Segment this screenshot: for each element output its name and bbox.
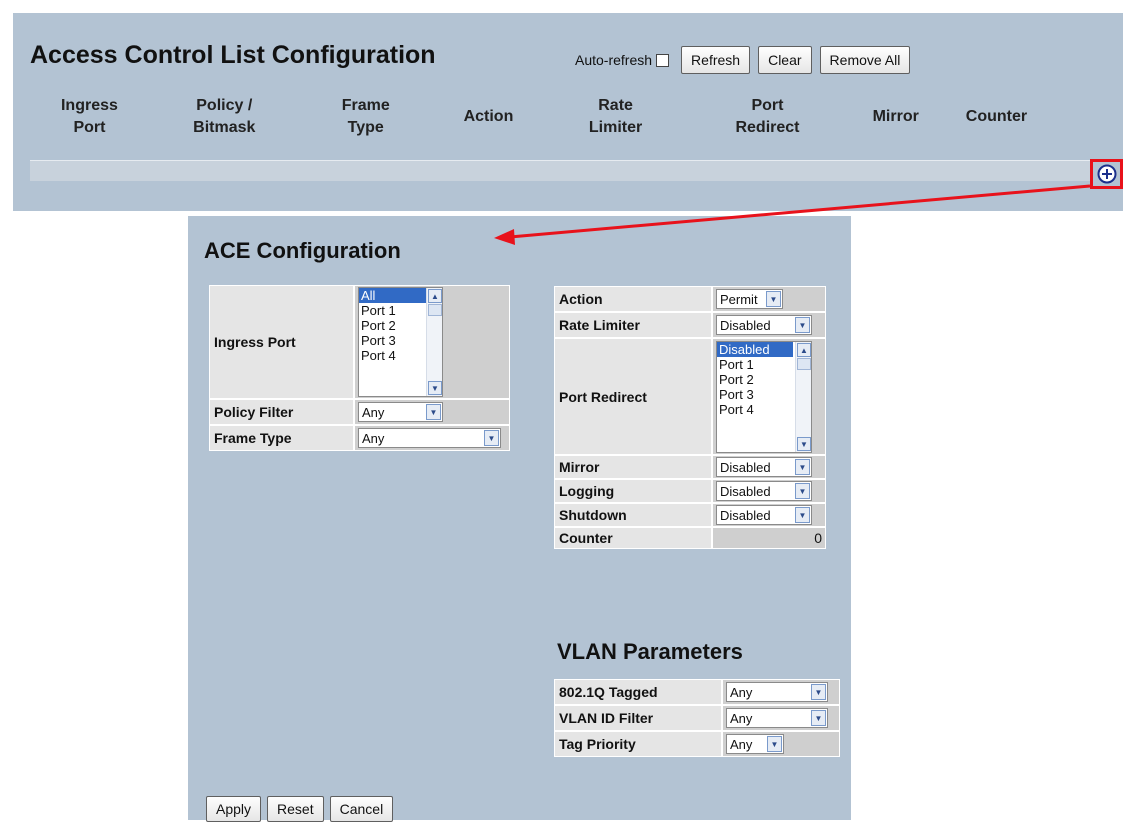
mirror-label: Mirror <box>554 455 712 479</box>
ingress-port-listbox[interactable]: All Port 1 Port 2 Port 3 Port 4 ▲ ▼ <box>358 287 443 397</box>
acl-toolbar: Auto-refresh Refresh Clear Remove All <box>575 46 918 74</box>
scrollbar[interactable]: ▲ ▼ <box>426 288 442 396</box>
counter-label: Counter <box>554 527 712 549</box>
scroll-down-icon[interactable]: ▼ <box>797 437 811 451</box>
ingress-port-label: Ingress Port <box>209 285 354 399</box>
ace-footer-buttons: Apply Reset Cancel <box>206 796 399 822</box>
scroll-thumb[interactable] <box>797 358 811 370</box>
vlan-table: 802.1Q Tagged Any ▼ VLAN ID Filter Any ▼… <box>554 679 840 757</box>
frame-type-select[interactable]: Any ▼ <box>358 428 501 448</box>
col-header-action: Action <box>431 91 546 143</box>
policy-filter-select[interactable]: Any ▼ <box>358 402 443 422</box>
reset-button[interactable]: Reset <box>267 796 324 822</box>
auto-refresh-checkbox[interactable] <box>656 53 670 67</box>
action-label: Action <box>554 286 712 312</box>
list-item[interactable]: Disabled <box>717 342 793 357</box>
col-header-port-redirect: Port Redirect <box>686 91 849 143</box>
tagged-label: 802.1Q Tagged <box>554 679 722 705</box>
rate-limiter-select[interactable]: Disabled ▼ <box>716 315 812 335</box>
col-header-mirror: Mirror <box>848 91 943 143</box>
chevron-down-icon: ▼ <box>795 459 810 475</box>
col-header-policy-bitmask: Policy / Bitmask <box>148 91 300 143</box>
chevron-down-icon: ▼ <box>795 507 810 523</box>
chevron-down-icon: ▼ <box>811 710 826 726</box>
shutdown-select[interactable]: Disabled ▼ <box>716 505 812 525</box>
frame-type-label: Frame Type <box>209 425 354 451</box>
chevron-down-icon: ▼ <box>426 404 441 420</box>
scroll-up-icon[interactable]: ▲ <box>428 289 442 303</box>
ace-left-table: Ingress Port All Port 1 Port 2 Port 3 Po… <box>209 285 510 451</box>
col-header-frame-type: Frame Type <box>299 91 432 143</box>
counter-value: 0 <box>712 527 826 549</box>
col-header-counter: Counter <box>942 91 1051 143</box>
col-header-blank <box>1050 91 1122 143</box>
acl-table: Ingress Port Policy / Bitmask Frame Type Ac… <box>30 91 1122 143</box>
chevron-down-icon: ▼ <box>811 684 826 700</box>
plus-circle-icon <box>1097 164 1116 184</box>
rate-limiter-label: Rate Limiter <box>554 312 712 338</box>
acl-empty-row <box>30 160 1106 181</box>
tagged-select[interactable]: Any ▼ <box>726 682 828 702</box>
mirror-select[interactable]: Disabled ▼ <box>716 457 812 477</box>
clear-button[interactable]: Clear <box>758 46 812 74</box>
acl-panel: Access Control List Configuration Auto-r… <box>13 13 1123 211</box>
action-select[interactable]: Permit ▼ <box>716 289 783 309</box>
auto-refresh-label: Auto-refresh <box>575 52 653 68</box>
ace-right-table: Action Permit ▼ Rate Limiter Disabled ▼ … <box>554 286 826 549</box>
acl-page-title: Access Control List Configuration <box>30 41 436 69</box>
apply-button[interactable]: Apply <box>206 796 262 822</box>
cancel-button[interactable]: Cancel <box>329 796 394 822</box>
scroll-thumb[interactable] <box>428 304 442 316</box>
logging-label: Logging <box>554 479 712 503</box>
ace-panel: ACE Configuration Ingress Port All Port … <box>188 216 851 822</box>
port-redirect-listbox[interactable]: Disabled Port 1 Port 2 Port 3 Port 4 ▲ ▼ <box>716 341 812 453</box>
vlan-id-filter-label: VLAN ID Filter <box>554 705 722 731</box>
col-header-rate-limiter: Rate Limiter <box>545 91 687 143</box>
tag-priority-label: Tag Priority <box>554 731 722 757</box>
chevron-down-icon: ▼ <box>766 291 781 307</box>
col-header-ingress-port: Ingress Port <box>30 91 149 143</box>
logging-select[interactable]: Disabled ▼ <box>716 481 812 501</box>
shutdown-label: Shutdown <box>554 503 712 527</box>
acl-header-row: Ingress Port Policy / Bitmask Frame Type Ac… <box>30 91 1122 143</box>
scrollbar[interactable]: ▲ ▼ <box>795 342 811 452</box>
port-redirect-label: Port Redirect <box>554 338 712 455</box>
tag-priority-select[interactable]: Any ▼ <box>726 734 784 754</box>
policy-filter-label: Policy Filter <box>209 399 354 425</box>
ace-title: ACE Configuration <box>204 238 401 263</box>
vlan-parameters-title: VLAN Parameters <box>557 639 743 664</box>
chevron-down-icon: ▼ <box>795 483 810 499</box>
chevron-down-icon: ▼ <box>795 317 810 333</box>
remove-all-button[interactable]: Remove All <box>819 46 911 74</box>
vlan-id-filter-select[interactable]: Any ▼ <box>726 708 828 728</box>
scroll-down-icon[interactable]: ▼ <box>428 381 442 395</box>
add-ace-button[interactable] <box>1090 159 1123 189</box>
scroll-up-icon[interactable]: ▲ <box>797 343 811 357</box>
chevron-down-icon: ▼ <box>767 736 782 752</box>
chevron-down-icon: ▼ <box>484 430 499 446</box>
refresh-button[interactable]: Refresh <box>681 46 751 74</box>
